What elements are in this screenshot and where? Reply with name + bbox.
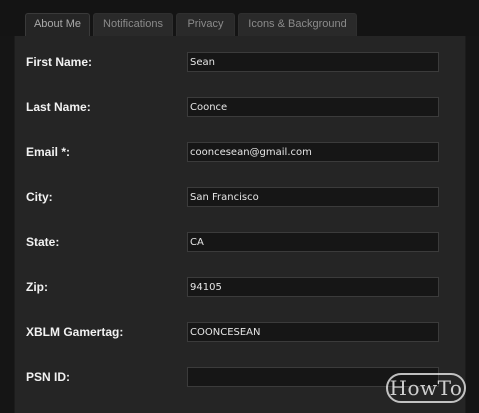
first-name-input[interactable] [187, 52, 439, 72]
email-label: Email *: [26, 145, 71, 159]
last-name-input[interactable] [187, 97, 439, 117]
state-label: State: [26, 235, 60, 249]
tab-bar: About Me Notifications Privacy Icons & B… [0, 0, 479, 37]
zip-input[interactable] [187, 277, 439, 297]
tab-icons-background[interactable]: Icons & Background [238, 13, 357, 36]
xblm-gamertag-label: XBLM Gamertag: [26, 325, 124, 339]
state-input[interactable] [187, 232, 439, 252]
xblm-gamertag-input[interactable] [187, 322, 439, 342]
last-name-label: Last Name: [26, 100, 91, 114]
howto-watermark-logo: HowTo [386, 373, 466, 403]
tab-privacy[interactable]: Privacy [176, 13, 235, 36]
city-label: City: [26, 190, 53, 204]
email-input[interactable] [187, 142, 439, 162]
first-name-label: First Name: [26, 55, 93, 69]
psn-id-label: PSN ID: [26, 370, 71, 384]
city-input[interactable] [187, 187, 439, 207]
zip-label: Zip: [26, 280, 48, 294]
tab-notifications[interactable]: Notifications [93, 13, 173, 36]
about-me-form-panel [14, 36, 466, 413]
tab-about-me[interactable]: About Me [25, 13, 90, 37]
